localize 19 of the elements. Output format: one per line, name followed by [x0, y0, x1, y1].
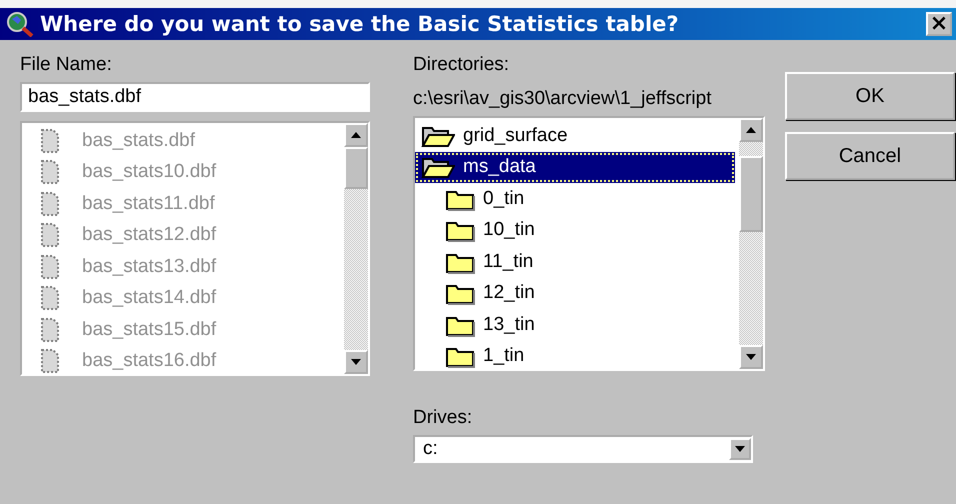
directory-item[interactable]: 11_tin [415, 246, 739, 278]
file-name-label: File Name: [20, 53, 112, 77]
directories-label: Directories: [413, 53, 510, 77]
directory-item[interactable]: grid_surface [415, 120, 739, 152]
directory-item[interactable]: 1_tin [415, 340, 739, 369]
directory-path: c:\esri\av_gis30\arcview\1_jeffscript [413, 87, 712, 111]
close-button[interactable]: × [926, 12, 952, 36]
drives-label: Drives: [413, 406, 472, 430]
file-name-field[interactable]: bas_stats.dbf [20, 82, 370, 112]
directory-item[interactable]: ms_data [415, 152, 735, 183]
directory-list[interactable]: grid_surface ms_data 0_tin 10_tin 11_tin 12_tin 13_tin 1_tin [413, 116, 765, 371]
directory-item[interactable]: 13_tin [415, 309, 739, 340]
directory-item[interactable]: 12_tin [415, 278, 739, 309]
directory-item[interactable]: 10_tin [415, 214, 739, 246]
directory-item[interactable]: 0_tin [415, 183, 739, 214]
window-title: Where do you want to save the Basic Statistics table? [40, 12, 680, 36]
drives-dropdown[interactable]: c: [413, 435, 753, 463]
dialog-button[interactable]: Cancel [785, 132, 955, 180]
dialog-button[interactable]: OK [785, 72, 955, 120]
